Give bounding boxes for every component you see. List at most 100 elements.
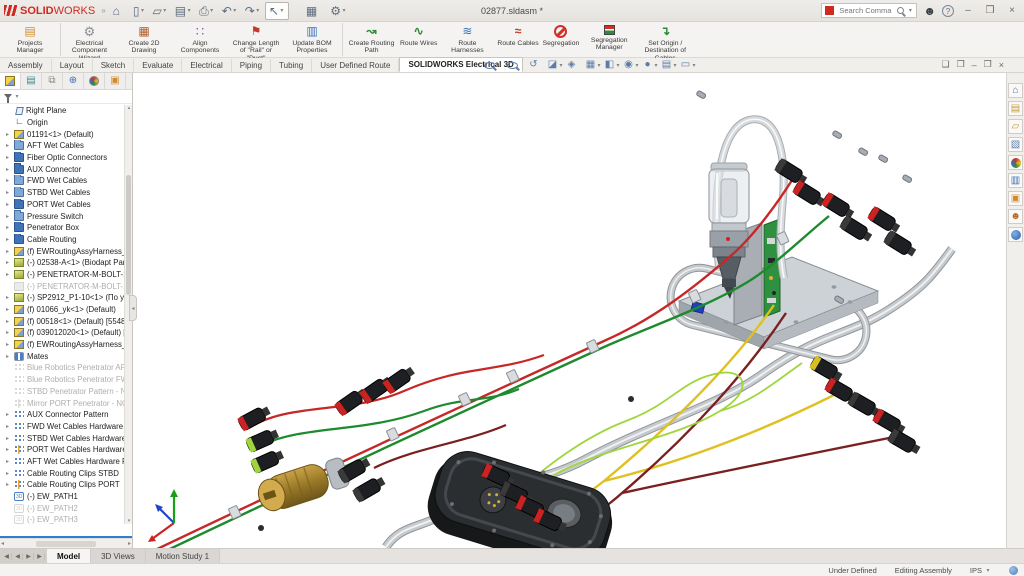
view-tool-button[interactable]: [482, 62, 503, 69]
maximize-button[interactable]: ❒: [982, 5, 998, 16]
tree-item[interactable]: (-) EW_PATH1: [0, 491, 132, 503]
quick-access-button[interactable]: ⎙: [196, 2, 218, 20]
unit-system-selector[interactable]: IPS: [970, 566, 991, 575]
command-tab[interactable]: User Defined Route: [312, 59, 399, 72]
ribbon-button[interactable]: Segregation: [541, 23, 582, 56]
menu-flyout-arrow[interactable]: »: [101, 6, 105, 15]
task-pane-button[interactable]: [1008, 227, 1023, 242]
tree-item[interactable]: (f) 00518<1> (Default) [5548]: [0, 315, 132, 327]
tree-item[interactable]: AUX Connector Pattern: [0, 409, 132, 421]
tree-item[interactable]: Cable Routing Clips STBD: [0, 467, 132, 479]
tree-expand-arrow[interactable]: [6, 435, 13, 442]
tree-item[interactable]: Pressure Switch: [0, 210, 132, 222]
feature-manager-tab[interactable]: ▤: [21, 73, 42, 89]
tree-item[interactable]: (-) PENETRATOR-M-BOLT-10-25-A: [0, 280, 132, 292]
feature-manager-tab[interactable]: ⧉: [42, 73, 63, 89]
graphics-area[interactable]: [134, 73, 1006, 548]
command-tab[interactable]: Assembly: [0, 59, 52, 72]
tree-expand-arrow[interactable]: [6, 166, 13, 173]
task-pane-button[interactable]: [1008, 155, 1023, 170]
tab-scroll-last-icon[interactable]: ▶: [35, 553, 45, 560]
ribbon-button[interactable]: Segregation Manager: [581, 23, 637, 56]
help-icon[interactable]: ?: [942, 5, 954, 17]
ribbon-button[interactable]: Create 2D Drawing: [116, 23, 172, 56]
tree-item[interactable]: PORT Wet Cables Hardware Mirror: [0, 444, 132, 456]
tree-item[interactable]: (-) 02538-A<1> (Biodapt Part.prtdo: [0, 257, 132, 269]
tree-expand-arrow[interactable]: [6, 248, 13, 255]
view-tool-button[interactable]: ●: [642, 59, 659, 71]
tree-expand-arrow[interactable]: [6, 271, 13, 278]
scroll-right-icon[interactable]: ▸: [128, 540, 131, 547]
filter-icon[interactable]: [4, 94, 12, 99]
view-tool-button[interactable]: ↺: [528, 59, 545, 71]
tree-item[interactable]: FWD Wet Cables Hardware Pattern: [0, 421, 132, 433]
tree-expand-arrow[interactable]: [6, 224, 13, 231]
command-tab[interactable]: Tubing: [271, 59, 312, 72]
command-tab[interactable]: Piping: [232, 59, 271, 72]
tree-item[interactable]: Cable Routing Clips PORT: [0, 479, 132, 491]
tree-item[interactable]: (f) EWRoutingAssyHarness_H2_357: [0, 245, 132, 257]
tree-item[interactable]: FWD Wet Cables: [0, 175, 132, 187]
document-tab[interactable]: 3D Views: [91, 549, 146, 563]
tree-expand-arrow[interactable]: [6, 142, 13, 149]
task-pane-button[interactable]: ▧: [1008, 137, 1023, 152]
tree-expand-arrow[interactable]: [6, 318, 13, 325]
search-commands-box[interactable]: [821, 3, 917, 18]
ribbon-button[interactable]: Change Length of "Rail" or "Duct": [228, 23, 284, 56]
view-tool-button[interactable]: ▭: [680, 59, 697, 71]
search-input[interactable]: [837, 5, 894, 16]
tree-item[interactable]: PORT Wet Cables: [0, 199, 132, 211]
document-tab[interactable]: Model: [47, 549, 91, 563]
tree-expand-arrow[interactable]: [6, 236, 13, 243]
ribbon-button[interactable]: Align Components: [172, 23, 228, 56]
tree-expand-arrow[interactable]: [6, 481, 13, 488]
tab-scroll-next-icon[interactable]: ▶: [24, 553, 34, 560]
tree-item[interactable]: 01191<1> (Default): [0, 128, 132, 140]
feature-manager-tab[interactable]: ▣: [105, 73, 126, 89]
tree-item[interactable]: Mirror PORT Penetrator - NO WET: [0, 397, 132, 409]
feature-manager-tab[interactable]: ⊕: [63, 73, 84, 89]
tree-item[interactable]: (-) PENETRATOR-M-BOLT-10-25-A: [0, 269, 132, 281]
tree-expand-arrow[interactable]: [6, 201, 13, 208]
view-tool-button[interactable]: ◉: [623, 59, 640, 71]
search-caret-icon[interactable]: [907, 7, 913, 14]
minimize-button[interactable]: –: [960, 5, 976, 16]
scroll-up-icon[interactable]: ▴: [125, 105, 133, 111]
command-tab[interactable]: Electrical: [182, 59, 231, 72]
tree-item[interactable]: (-) EW_PATH2: [0, 502, 132, 514]
quick-access-button[interactable]: ↷: [242, 2, 264, 20]
scroll-left-icon[interactable]: ◂: [1, 540, 4, 547]
command-tab[interactable]: Evaluate: [134, 59, 182, 72]
tree-item[interactable]: Mates: [0, 350, 132, 362]
tree-item[interactable]: (f) 039012020<1> (Default) [5781]: [0, 327, 132, 339]
view-tool-button[interactable]: ◧: [604, 59, 621, 71]
command-tab[interactable]: Sketch: [93, 59, 134, 72]
tree-expand-arrow[interactable]: [6, 131, 13, 138]
tree-item[interactable]: STBD Wet Cables: [0, 187, 132, 199]
tree-horizontal-scrollbar[interactable]: ◂ ▸: [0, 538, 132, 548]
doc-minimize-button[interactable]: –: [972, 60, 977, 70]
ribbon-button[interactable]: Update BOM Properties: [284, 23, 340, 56]
document-tab[interactable]: Motion Study 1: [146, 549, 220, 563]
task-pane-button[interactable]: ▱: [1008, 119, 1023, 134]
ribbon-button[interactable]: Route Wires: [398, 23, 439, 56]
tab-scroll-first-icon[interactable]: ◀: [2, 553, 12, 560]
tree-expand-arrow[interactable]: [6, 259, 13, 266]
tree-expand-arrow[interactable]: [6, 189, 13, 196]
tree-item[interactable]: Blue Robotics Penetrator AFT - NO: [0, 362, 132, 374]
tree-expand-arrow[interactable]: [6, 423, 13, 430]
view-tool-button[interactable]: ◪: [547, 59, 564, 71]
tree-expand-arrow[interactable]: [6, 458, 13, 465]
connection-status-icon[interactable]: [1009, 566, 1018, 575]
scroll-thumb[interactable]: [126, 175, 131, 295]
ribbon-button[interactable]: Create Routing Path: [342, 23, 398, 56]
scroll-thumb[interactable]: [36, 541, 96, 547]
tab-scroll-prev-icon[interactable]: ◀: [13, 553, 23, 560]
tree-item[interactable]: Penetrator Box: [0, 222, 132, 234]
doc-tile-icon[interactable]: ❐: [957, 59, 965, 70]
tree-expand-arrow[interactable]: [6, 329, 13, 336]
login-icon[interactable]: ☻: [923, 4, 936, 18]
task-pane-button[interactable]: ▤: [1008, 101, 1023, 116]
view-tool-button[interactable]: ▦: [585, 59, 602, 71]
task-pane-button[interactable]: ⌂: [1008, 83, 1023, 98]
